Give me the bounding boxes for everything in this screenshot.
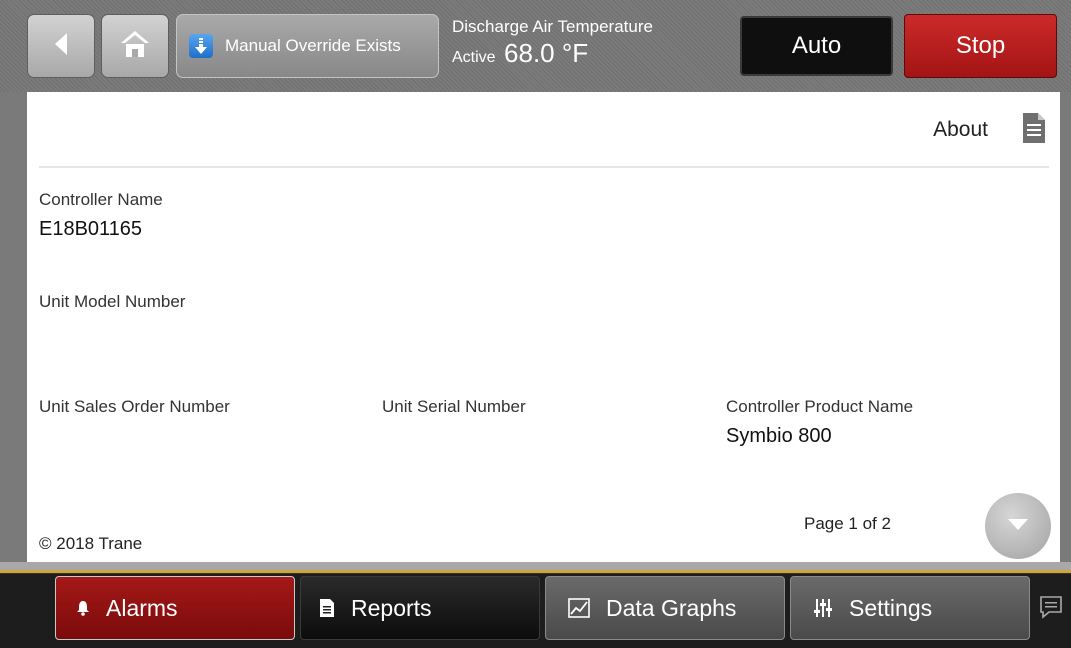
copyright: © 2018 Trane <box>39 534 143 553</box>
line-chart-icon <box>568 598 590 618</box>
controller-product-name-value: Symbio 800 <box>726 425 832 447</box>
tab-settings[interactable]: Settings <box>790 576 1030 640</box>
stop-label: Stop <box>955 32 1006 59</box>
controller-product-name-label: Controller Product Name <box>726 397 914 416</box>
tab-alarms[interactable]: Alarms <box>55 576 295 640</box>
footer-separator <box>0 562 1071 574</box>
bell-icon <box>76 600 90 616</box>
auto-label: Auto <box>791 32 842 59</box>
next-page-button[interactable] <box>985 493 1051 559</box>
controller-name-label: Controller Name <box>39 190 163 209</box>
document-icon <box>319 598 335 618</box>
document-icon <box>1022 112 1046 149</box>
about-panel: About Controller Name E18B01165 Unit Mod… <box>27 92 1060 562</box>
point-status: Active <box>452 49 496 66</box>
point-name: Discharge Air Temperature <box>452 17 653 36</box>
override-arrow-icon <box>189 34 213 58</box>
tab-data-graphs[interactable]: Data Graphs <box>545 576 785 640</box>
unit-sales-order-label: Unit Sales Order Number <box>39 397 230 416</box>
tab-reports[interactable]: Reports <box>300 576 540 640</box>
top-toolbar: Manual Override Exists Discharge Air Tem… <box>0 0 1071 92</box>
point-status-display[interactable]: Discharge Air Temperature Active 68.0 °F <box>452 16 653 69</box>
controller-name-value: E18B01165 <box>39 218 143 240</box>
bottom-nav: Alarms Reports Data Graphs Settings <box>0 574 1071 648</box>
tab-data-graphs-label: Data Graphs <box>606 594 737 621</box>
tab-reports-label: Reports <box>351 594 432 621</box>
page-title: About <box>933 118 988 141</box>
sliders-icon <box>813 598 833 618</box>
auto-button[interactable]: Auto <box>740 16 893 76</box>
unit-serial-number-label: Unit Serial Number <box>382 397 526 416</box>
stop-button[interactable]: Stop <box>904 14 1057 78</box>
home-icon <box>119 29 151 64</box>
unit-model-number-label: Unit Model Number <box>39 292 186 311</box>
chat-icon[interactable] <box>1038 594 1064 625</box>
back-button[interactable] <box>27 14 95 78</box>
manual-override-button[interactable]: Manual Override Exists <box>176 14 439 78</box>
tab-alarms-label: Alarms <box>106 594 178 621</box>
home-button[interactable] <box>101 14 169 78</box>
back-arrow-icon <box>51 31 71 62</box>
chevron-down-icon <box>1006 516 1030 537</box>
page-header: About <box>27 92 1060 166</box>
point-value: 68.0 °F <box>504 38 589 68</box>
page-indicator: Page 1 of 2 <box>804 514 891 533</box>
header-divider <box>39 166 1049 168</box>
override-label: Manual Override Exists <box>225 36 401 55</box>
tab-settings-label: Settings <box>849 594 933 621</box>
